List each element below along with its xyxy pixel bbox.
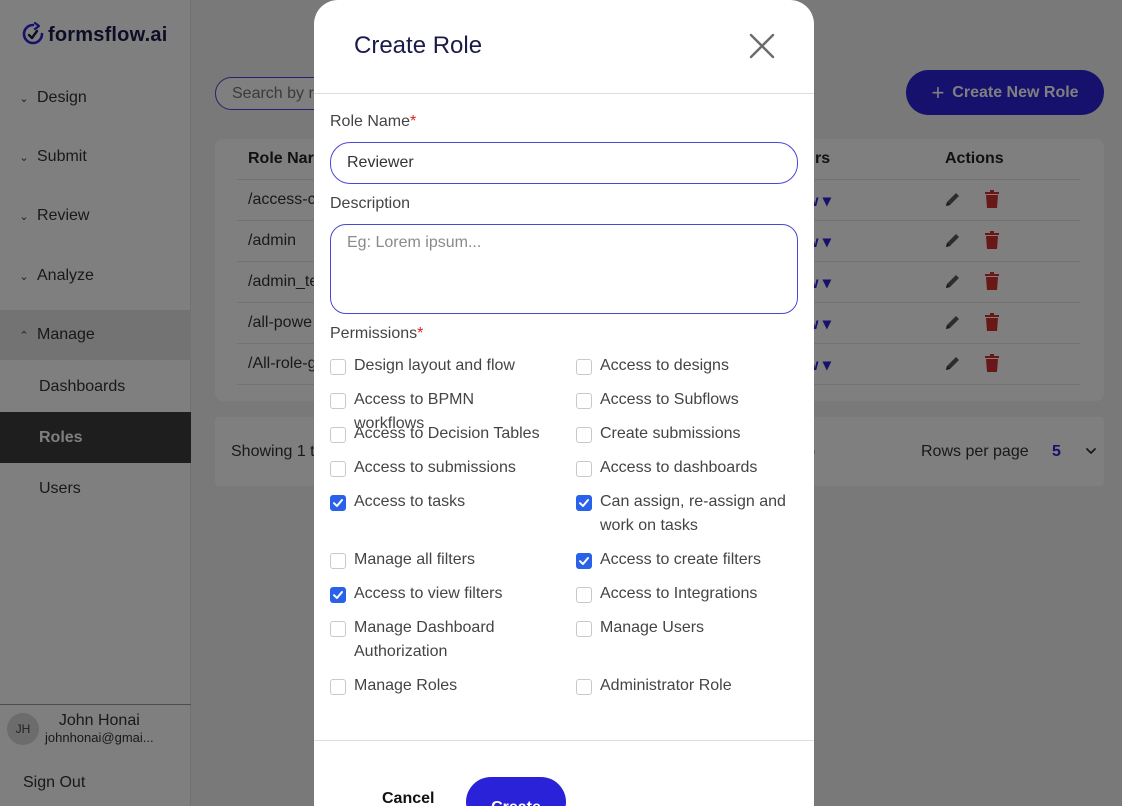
permission-option[interactable]: Design layout and flow bbox=[330, 357, 540, 378]
permission-checkbox[interactable] bbox=[330, 679, 346, 695]
permission-label: Access to designs bbox=[600, 357, 729, 374]
role-name-label-text: Role Name bbox=[330, 113, 411, 130]
role-name-input[interactable] bbox=[330, 142, 798, 184]
permission-label: Access to Decision Tables bbox=[354, 425, 540, 442]
permission-option[interactable]: Create submissions bbox=[576, 425, 786, 446]
permission-option[interactable]: Access to tasks bbox=[330, 493, 540, 514]
checkmark-icon bbox=[579, 557, 589, 565]
permission-label: Access to tasks bbox=[354, 493, 466, 510]
permission-label: Design layout and flow bbox=[354, 357, 515, 374]
permission-label: Manage all filters bbox=[354, 551, 475, 568]
permission-option[interactable]: Access to submissions bbox=[330, 459, 540, 480]
permission-checkbox[interactable] bbox=[576, 359, 592, 375]
permission-checkbox[interactable] bbox=[330, 621, 346, 637]
checkmark-icon bbox=[333, 591, 343, 599]
permission-checkbox[interactable] bbox=[576, 679, 592, 695]
permission-label: Access to Integrations bbox=[600, 585, 758, 602]
permission-option[interactable]: Access to view filters bbox=[330, 585, 540, 606]
permission-label: Access to view filters bbox=[354, 585, 503, 602]
modal-header-divider bbox=[314, 93, 814, 94]
modal-footer-divider bbox=[314, 740, 814, 741]
permission-option[interactable]: Manage Users bbox=[576, 619, 786, 640]
permissions-label: Permissions* bbox=[330, 325, 423, 343]
permission-checkbox[interactable] bbox=[330, 553, 346, 569]
permission-checkbox[interactable] bbox=[330, 427, 346, 443]
checkmark-icon bbox=[579, 499, 589, 507]
permission-label: Can assign, re-assign and work on tasks bbox=[600, 493, 786, 534]
permission-option[interactable]: Access to create filters bbox=[576, 551, 786, 572]
create-role-modal: Create Role Role Name* Description Permi… bbox=[314, 0, 814, 806]
permission-label: Manage Users bbox=[600, 619, 705, 636]
permission-label: Access to submissions bbox=[354, 459, 516, 476]
permission-option[interactable]: Access to Integrations bbox=[576, 585, 786, 606]
permission-checkbox[interactable] bbox=[576, 587, 592, 603]
close-icon[interactable] bbox=[746, 30, 778, 62]
required-mark: * bbox=[417, 325, 424, 342]
permission-option[interactable]: Manage Dashboard Authorization bbox=[330, 619, 540, 664]
permission-checkbox[interactable] bbox=[576, 495, 592, 511]
permission-label: Administrator Role bbox=[600, 677, 732, 694]
permission-label: Access to Subflows bbox=[600, 391, 739, 408]
permission-checkbox[interactable] bbox=[576, 553, 592, 569]
permission-label: Access to create filters bbox=[600, 551, 761, 568]
permission-option[interactable]: Manage Roles bbox=[330, 677, 540, 698]
permission-label: Manage Dashboard Authorization bbox=[354, 619, 495, 660]
permission-option[interactable]: Can assign, re-assign and work on tasks bbox=[576, 493, 786, 538]
permission-option[interactable]: Access to Decision Tables bbox=[330, 425, 540, 446]
permission-checkbox[interactable] bbox=[576, 621, 592, 637]
description-label: Description bbox=[330, 195, 411, 212]
permission-option[interactable]: Access to designs bbox=[576, 357, 786, 378]
permission-checkbox[interactable] bbox=[576, 461, 592, 477]
create-button[interactable]: Create bbox=[466, 777, 566, 806]
permission-checkbox[interactable] bbox=[330, 393, 346, 409]
permission-option[interactable]: Access to Subflows bbox=[576, 391, 786, 412]
permission-checkbox[interactable] bbox=[576, 393, 592, 409]
permission-label: Access to dashboards bbox=[600, 459, 758, 476]
checkmark-icon bbox=[333, 499, 343, 507]
permission-option[interactable]: Manage all filters bbox=[330, 551, 540, 572]
permission-checkbox[interactable] bbox=[330, 461, 346, 477]
permission-label: Create submissions bbox=[600, 425, 741, 442]
description-textarea[interactable] bbox=[330, 224, 798, 314]
modal-title: Create Role bbox=[354, 32, 483, 59]
permission-option[interactable]: Access to dashboards bbox=[576, 459, 786, 480]
permission-checkbox[interactable] bbox=[330, 359, 346, 375]
permission-checkbox[interactable] bbox=[330, 587, 346, 603]
role-name-label: Role Name* bbox=[330, 113, 416, 131]
permission-option[interactable]: Administrator Role bbox=[576, 677, 786, 698]
permission-checkbox[interactable] bbox=[576, 427, 592, 443]
permission-label: Manage Roles bbox=[354, 677, 458, 694]
permissions-label-text: Permissions bbox=[330, 325, 418, 342]
required-mark: * bbox=[410, 113, 417, 130]
permission-checkbox[interactable] bbox=[330, 495, 346, 511]
cancel-button[interactable]: Cancel bbox=[382, 790, 434, 806]
